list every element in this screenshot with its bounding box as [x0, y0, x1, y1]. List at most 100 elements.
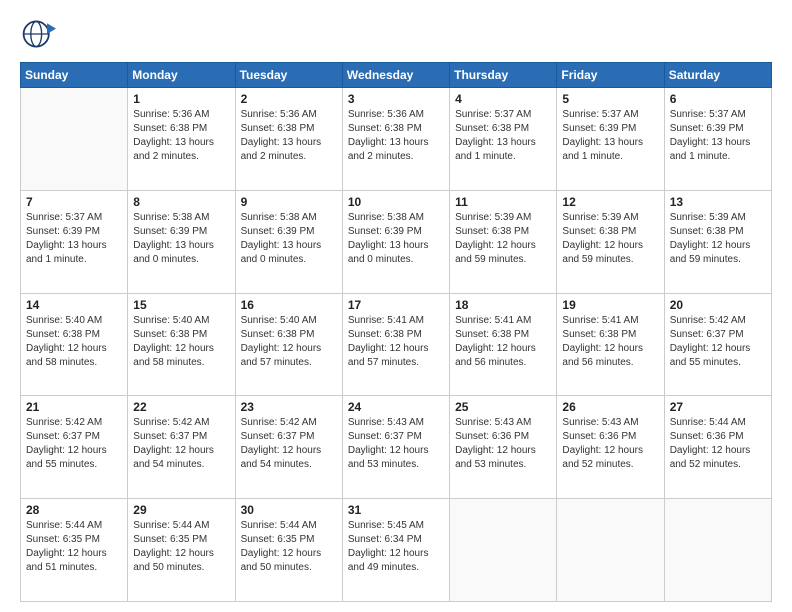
calendar-cell: 24 Sunrise: 5:43 AMSunset: 6:37 PMDayligh… — [342, 396, 449, 499]
calendar-header-friday: Friday — [557, 63, 664, 88]
calendar-cell: 9Sunrise: 5:38 AMSunset: 6:39 PMDaylight… — [235, 190, 342, 293]
day-number: 15 — [133, 298, 229, 312]
day-number: 20 — [670, 298, 766, 312]
calendar-cell: 16 Sunrise: 5:40 AMSunset: 6:38 PMDayligh… — [235, 293, 342, 396]
calendar-cell: 7 Sunrise: 5:37 AMSunset: 6:39 PMDaylight… — [21, 190, 128, 293]
day-info: Sunrise: 5:42 AMSunset: 6:37 PMDaylight:… — [26, 416, 122, 472]
day-info: Sunrise: 5:40 AMSunset: 6:38 PMDaylight:… — [133, 314, 229, 370]
calendar-header-thursday: Thursday — [450, 63, 557, 88]
day-info: Sunrise: 5:40 AMSunset: 6:38 PMDaylight:… — [241, 314, 337, 370]
day-info: Sunrise: 5:44 AMSunset: 6:35 PMDaylight:… — [241, 519, 337, 575]
calendar-cell: 26 Sunrise: 5:43 AMSunset: 6:36 PMDayligh… — [557, 396, 664, 499]
day-number: 1 — [133, 92, 229, 106]
calendar-cell — [450, 499, 557, 602]
calendar-header-wednesday: Wednesday — [342, 63, 449, 88]
calendar-week-row: 7 Sunrise: 5:37 AMSunset: 6:39 PMDaylight… — [21, 190, 772, 293]
day-info: Sunrise: 5:40 AMSunset: 6:38 PMDaylight:… — [26, 314, 122, 370]
calendar-cell — [664, 499, 771, 602]
day-number: 24 — [348, 400, 444, 414]
calendar-week-row: 28 Sunrise: 5:44 AMSunset: 6:35 PMDayligh… — [21, 499, 772, 602]
day-number: 27 — [670, 400, 766, 414]
day-info: Sunrise: 5:42 AMSunset: 6:37 PMDaylight:… — [241, 416, 337, 472]
day-number: 26 — [562, 400, 658, 414]
calendar-cell: 6 Sunrise: 5:37 AMSunset: 6:39 PMDaylight… — [664, 88, 771, 191]
calendar-cell: 25Sunrise: 5:43 AMSunset: 6:36 PMDayligh… — [450, 396, 557, 499]
day-info: Sunrise: 5:38 AMSunset: 6:39 PMDaylight:… — [133, 211, 229, 267]
calendar-cell: 15 Sunrise: 5:40 AMSunset: 6:38 PMDayligh… — [128, 293, 235, 396]
day-info: Sunrise: 5:43 AMSunset: 6:37 PMDaylight:… — [348, 416, 444, 472]
calendar-cell: 14 Sunrise: 5:40 AMSunset: 6:38 PMDayligh… — [21, 293, 128, 396]
calendar-cell: 29 Sunrise: 5:44 AMSunset: 6:35 PMDayligh… — [128, 499, 235, 602]
day-info: Sunrise: 5:37 AMSunset: 6:39 PMDaylight:… — [26, 211, 122, 267]
calendar-header-tuesday: Tuesday — [235, 63, 342, 88]
calendar-week-row: 1 Sunrise: 5:36 AMSunset: 6:38 PMDaylight… — [21, 88, 772, 191]
calendar-cell: 5 Sunrise: 5:37 AMSunset: 6:39 PMDaylight… — [557, 88, 664, 191]
day-number: 28 — [26, 503, 122, 517]
day-info: Sunrise: 5:41 AMSunset: 6:38 PMDaylight:… — [455, 314, 551, 370]
calendar-week-row: 14 Sunrise: 5:40 AMSunset: 6:38 PMDayligh… — [21, 293, 772, 396]
logo — [20, 16, 60, 52]
day-number: 3 — [348, 92, 444, 106]
day-info: Sunrise: 5:42 AMSunset: 6:37 PMDaylight:… — [670, 314, 766, 370]
day-number: 7 — [26, 195, 122, 209]
day-info: Sunrise: 5:37 AMSunset: 6:39 PMDaylight:… — [670, 108, 766, 164]
calendar-cell: 28 Sunrise: 5:44 AMSunset: 6:35 PMDayligh… — [21, 499, 128, 602]
day-number: 11 — [455, 195, 551, 209]
calendar-cell — [21, 88, 128, 191]
header — [20, 16, 772, 52]
day-info: Sunrise: 5:41 AMSunset: 6:38 PMDaylight:… — [562, 314, 658, 370]
day-info: Sunrise: 5:37 AMSunset: 6:39 PMDaylight:… — [562, 108, 658, 164]
day-number: 8 — [133, 195, 229, 209]
day-number: 4 — [455, 92, 551, 106]
day-info: Sunrise: 5:44 AMSunset: 6:35 PMDaylight:… — [133, 519, 229, 575]
day-number: 9 — [241, 195, 337, 209]
day-info: Sunrise: 5:36 AMSunset: 6:38 PMDaylight:… — [133, 108, 229, 164]
calendar-cell: 31Sunrise: 5:45 AMSunset: 6:34 PMDayligh… — [342, 499, 449, 602]
day-number: 6 — [670, 92, 766, 106]
calendar-cell: 17Sunrise: 5:41 AMSunset: 6:38 PMDayligh… — [342, 293, 449, 396]
day-number: 30 — [241, 503, 337, 517]
page: SundayMondayTuesdayWednesdayThursdayFrid… — [0, 0, 792, 612]
day-number: 22 — [133, 400, 229, 414]
day-info: Sunrise: 5:41 AMSunset: 6:38 PMDaylight:… — [348, 314, 444, 370]
day-info: Sunrise: 5:43 AMSunset: 6:36 PMDaylight:… — [562, 416, 658, 472]
day-number: 21 — [26, 400, 122, 414]
calendar-header-row: SundayMondayTuesdayWednesdayThursdayFrid… — [21, 63, 772, 88]
calendar-cell: 13 Sunrise: 5:39 AMSunset: 6:38 PMDayligh… — [664, 190, 771, 293]
day-number: 13 — [670, 195, 766, 209]
calendar-header-monday: Monday — [128, 63, 235, 88]
day-info: Sunrise: 5:44 AMSunset: 6:35 PMDaylight:… — [26, 519, 122, 575]
calendar-cell: 23 Sunrise: 5:42 AMSunset: 6:37 PMDayligh… — [235, 396, 342, 499]
day-number: 25 — [455, 400, 551, 414]
calendar-cell: 21 Sunrise: 5:42 AMSunset: 6:37 PMDayligh… — [21, 396, 128, 499]
day-info: Sunrise: 5:37 AMSunset: 6:38 PMDaylight:… — [455, 108, 551, 164]
day-info: Sunrise: 5:39 AMSunset: 6:38 PMDaylight:… — [455, 211, 551, 267]
calendar-cell: 11 Sunrise: 5:39 AMSunset: 6:38 PMDayligh… — [450, 190, 557, 293]
calendar-cell: 20 Sunrise: 5:42 AMSunset: 6:37 PMDayligh… — [664, 293, 771, 396]
day-number: 5 — [562, 92, 658, 106]
day-info: Sunrise: 5:36 AMSunset: 6:38 PMDaylight:… — [241, 108, 337, 164]
calendar-cell: 19Sunrise: 5:41 AMSunset: 6:38 PMDayligh… — [557, 293, 664, 396]
day-number: 29 — [133, 503, 229, 517]
day-number: 16 — [241, 298, 337, 312]
calendar-cell — [557, 499, 664, 602]
day-number: 14 — [26, 298, 122, 312]
logo-icon — [20, 16, 56, 52]
calendar-cell: 22 Sunrise: 5:42 AMSunset: 6:37 PMDayligh… — [128, 396, 235, 499]
calendar-cell: 2Sunrise: 5:36 AMSunset: 6:38 PMDaylight… — [235, 88, 342, 191]
calendar-cell: 1 Sunrise: 5:36 AMSunset: 6:38 PMDaylight… — [128, 88, 235, 191]
day-info: Sunrise: 5:42 AMSunset: 6:37 PMDaylight:… — [133, 416, 229, 472]
day-number: 12 — [562, 195, 658, 209]
calendar-cell: 4 Sunrise: 5:37 AMSunset: 6:38 PMDaylight… — [450, 88, 557, 191]
calendar-cell: 10 Sunrise: 5:38 AMSunset: 6:39 PMDayligh… — [342, 190, 449, 293]
calendar-header-saturday: Saturday — [664, 63, 771, 88]
day-number: 23 — [241, 400, 337, 414]
day-info: Sunrise: 5:39 AMSunset: 6:38 PMDaylight:… — [670, 211, 766, 267]
calendar-week-row: 21 Sunrise: 5:42 AMSunset: 6:37 PMDayligh… — [21, 396, 772, 499]
calendar-cell: 18 Sunrise: 5:41 AMSunset: 6:38 PMDayligh… — [450, 293, 557, 396]
day-info: Sunrise: 5:38 AMSunset: 6:39 PMDaylight:… — [348, 211, 444, 267]
calendar-cell: 30 Sunrise: 5:44 AMSunset: 6:35 PMDayligh… — [235, 499, 342, 602]
day-number: 10 — [348, 195, 444, 209]
day-number: 18 — [455, 298, 551, 312]
day-info: Sunrise: 5:45 AMSunset: 6:34 PMDaylight:… — [348, 519, 444, 575]
